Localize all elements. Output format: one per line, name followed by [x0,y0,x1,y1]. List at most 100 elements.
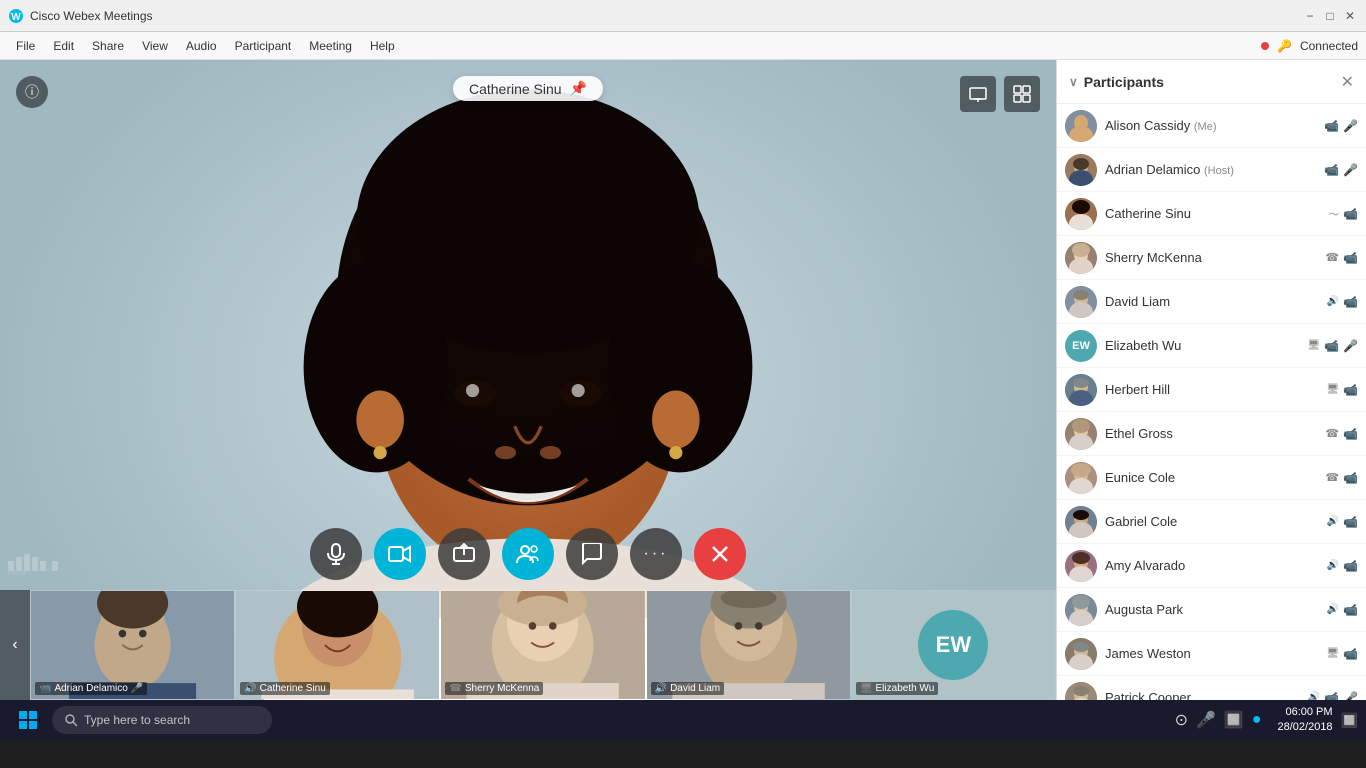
participant-icons-james: 🖥 📹 [1326,647,1358,661]
thumbnail-item-adrian[interactable]: 📹 Adrian Delamico 🎤 [30,590,235,700]
participant-icons-gabriel: 🔊 📹 [1327,515,1358,529]
taskbar: Type here to search ⊙ 🎤 🔲 ● 06:00 PM 28/… [0,700,1366,740]
participant-row-augusta[interactable]: Augusta Park 🔊 📹 [1057,588,1366,632]
participant-row-alison[interactable]: Alison Cassidy (Me) 📹 🎤 [1057,104,1366,148]
participant-row-elizabeth[interactable]: EW Elizabeth Wu 🖥 📹 🎤 [1057,324,1366,368]
audio-icon-2: 🔊 [1327,516,1339,527]
avatar-photo-ethel [1065,418,1097,450]
participant-name-eunice: Eunice Cole [1105,470,1317,485]
participant-avatar-gabriel [1065,506,1097,538]
panel-close-button[interactable]: ✕ [1341,72,1354,92]
thumbnail-item-elizabeth[interactable]: EW 🖥 Elizabeth Wu [851,590,1056,700]
menu-edit[interactable]: Edit [45,37,82,55]
more-options-button[interactable]: ··· [630,528,682,580]
video-icon-9: 📹 [1343,471,1358,485]
participant-row-patrick[interactable]: Patrick Cooper 🔊 📹 🎤 [1057,676,1366,700]
participant-icons-david: 🔊 📹 [1327,295,1358,309]
end-call-button[interactable] [694,528,746,580]
screen-view-button[interactable] [960,76,996,112]
thumbnail-item-david[interactable]: 🔊 David Liam [646,590,851,700]
participant-row-ethel[interactable]: Ethel Gross ☎ 📹 [1057,412,1366,456]
screen-view-icon [969,85,987,103]
thumbnail-label: 📹 Adrian Delamico 🎤 [35,682,147,695]
minimize-button[interactable]: − [1302,8,1318,24]
avatar-photo-patrick [1065,682,1097,701]
taskbar-microphone-icon[interactable]: 🎤 [1196,710,1216,730]
microphone-icon [325,543,347,565]
participant-icons-sherry: ☎ 📹 [1325,251,1358,265]
windows-logo-icon [19,711,37,729]
mute-button[interactable] [310,528,362,580]
search-bar[interactable]: Type here to search [52,706,272,734]
cisco-webex-logo-icon: W [8,8,24,24]
participant-row-herbert[interactable]: Herbert Hill 🖥 📹 [1057,368,1366,412]
participant-avatar-catherine [1065,198,1097,230]
participant-row-james[interactable]: James Weston 🖥 📹 [1057,632,1366,676]
participant-row-gabriel[interactable]: Gabriel Cole 🔊 📹 [1057,500,1366,544]
info-button[interactable]: ⓘ [16,76,48,108]
participants-button[interactable] [502,528,554,580]
monitor-icon: 🖥 [1307,340,1320,351]
avatar-photo-james [1065,638,1097,670]
menu-file[interactable]: File [8,37,43,55]
menu-view[interactable]: View [134,37,176,55]
participant-row-david[interactable]: David Liam 🔊 📹 [1057,280,1366,324]
video-icon-6: 📹 [1324,339,1339,353]
grid-view-button[interactable] [1004,76,1040,112]
window-controls[interactable]: − □ ✕ [1302,8,1358,24]
taskbar-webex-icon[interactable]: ● [1252,711,1262,729]
participant-avatar-alison [1065,110,1097,142]
taskbar-cortana-icon[interactable]: ⊙ [1175,710,1188,730]
speaker-name-text: Catherine Sinu [469,81,562,97]
control-bar: ··· [310,528,746,580]
participant-name-amy: Amy Alvarado [1105,558,1319,573]
monitor-icon-2: 🖥 [1326,384,1339,395]
thumbnail-camera-icon: 📹 [39,683,51,694]
scroll-left-button[interactable]: ‹ [0,590,30,700]
thumbnail-label-4: 🔊 David Liam [651,682,724,695]
audio-icon: 🔊 [1327,296,1339,307]
mic-active-icon: 🎤 [1343,119,1358,133]
share-button[interactable] [438,528,490,580]
participant-avatar-augusta [1065,594,1097,626]
participant-name-alison: Alison Cassidy (Me) [1105,118,1316,133]
taskbar-network-icon[interactable]: 🔲 [1224,710,1244,730]
video-camera-icon [388,543,412,565]
mic-muted-icon-2: 🎤 [1343,339,1358,353]
participant-row-eunice[interactable]: Eunice Cole ☎ 📹 [1057,456,1366,500]
participant-name-patrick: Patrick Cooper [1105,690,1300,700]
video-button[interactable] [374,528,426,580]
avatar-photo-sherry [1065,242,1097,274]
avatar-photo-amy [1065,550,1097,582]
participant-row-adrian[interactable]: Adrian Delamico (Host) 📹 🎤 [1057,148,1366,192]
pin-icon[interactable]: 📌 [570,80,587,97]
end-call-icon [709,543,731,565]
participant-name-augusta: Augusta Park [1105,602,1319,617]
chat-icon [581,543,603,565]
thumbnail-item-catherine[interactable]: 🔊 Catherine Sinu [235,590,440,700]
menu-help[interactable]: Help [362,37,403,55]
chat-button[interactable] [566,528,618,580]
title-bar: W Cisco Webex Meetings − □ ✕ [0,0,1366,32]
participant-avatar-ethel [1065,418,1097,450]
menu-participant[interactable]: Participant [227,37,300,55]
video-icon-13: 📹 [1343,647,1358,661]
menu-audio[interactable]: Audio [178,37,225,55]
thumbnail-label-2: 🔊 Catherine Sinu [240,682,330,695]
close-button[interactable]: ✕ [1342,8,1358,24]
svg-text:cisco: cisco [8,568,27,577]
participant-row-amy[interactable]: Amy Alvarado 🔊 📹 [1057,544,1366,588]
thumbnail-phone-icon: ☎ [449,683,461,694]
participant-row-sherry[interactable]: Sherry McKenna ☎ 📹 [1057,236,1366,280]
menu-meeting[interactable]: Meeting [301,37,360,55]
maximize-button[interactable]: □ [1322,8,1338,24]
start-button[interactable] [8,700,48,740]
avatar-photo-catherine [1065,198,1097,230]
participant-name-adrian: Adrian Delamico (Host) [1105,162,1316,177]
taskbar-notification-icon[interactable]: 🔲 [1341,712,1358,729]
participant-avatar-david [1065,286,1097,318]
thumbnail-item-sherry[interactable]: ☎ Sherry McKenna [440,590,645,700]
video-icon-5: 📹 [1343,295,1358,309]
participant-row-catherine[interactable]: Catherine Sinu 〜 📹 [1057,192,1366,236]
menu-share[interactable]: Share [84,37,132,55]
